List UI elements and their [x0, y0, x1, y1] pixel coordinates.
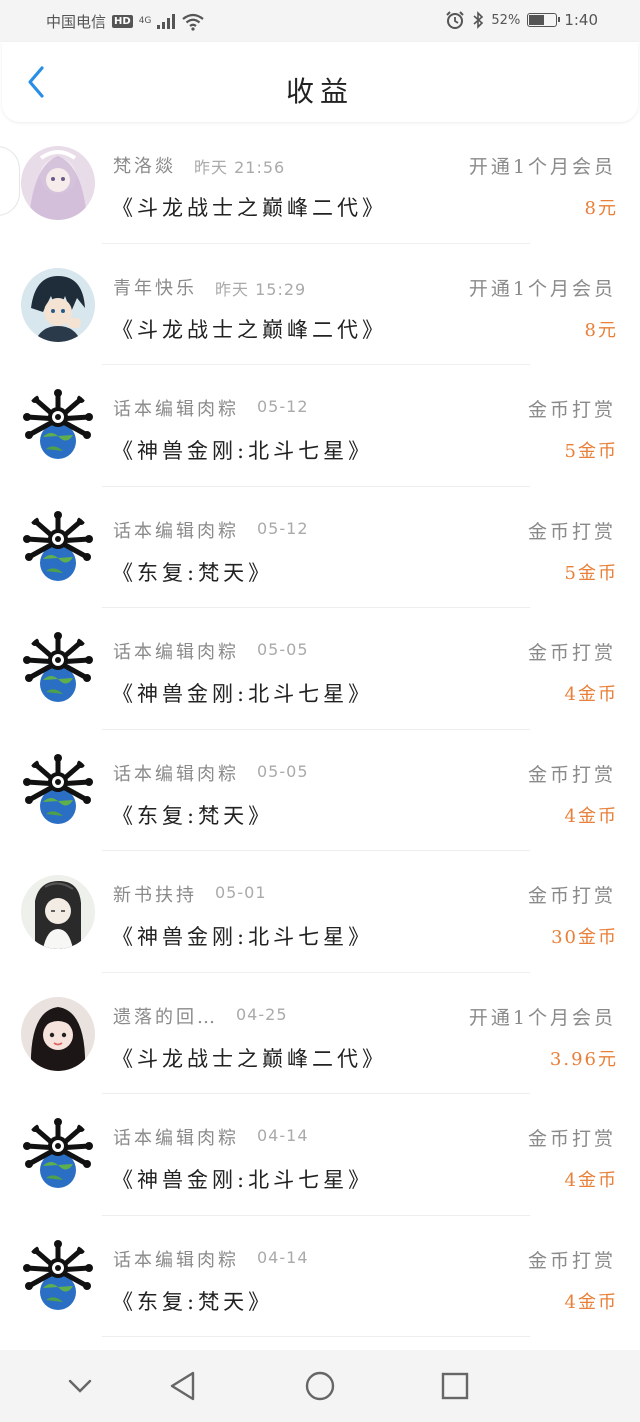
nav-recents-button[interactable] [435, 1368, 475, 1404]
user-name: 新书扶持 [113, 885, 197, 906]
book-title: 《斗龙战士之巅峰二代》 [112, 196, 387, 220]
carrier-label: 中国电信 [46, 13, 107, 31]
record-type: 金币打赏 [527, 1249, 616, 1272]
record-time: 05-01 [215, 883, 267, 902]
earning-record-row[interactable]: 话本编辑肉粽 05-05 金币打赏《神兽金刚:北斗七星》 4金币 [0, 608, 640, 730]
user-name: 梵洛燚 [113, 156, 176, 177]
earning-record-row[interactable]: 话本编辑肉粽 05-12 金币打赏《东复:梵天》 5金币 [0, 487, 640, 608]
status-right: 52% 1:40 [445, 11, 598, 29]
wifi-icon [182, 13, 205, 31]
user-avatar[interactable] [21, 1239, 95, 1314]
nav-back-button[interactable] [162, 1368, 202, 1404]
battery-fill [529, 15, 544, 25]
user-avatar[interactable] [21, 389, 95, 463]
row-divider [102, 1336, 530, 1337]
user-name: 话本编辑肉粽 [113, 1128, 239, 1149]
signal-icon [157, 14, 176, 29]
earning-record-row[interactable]: 梵洛燚 昨天 21:56 开通1个月会员《斗龙战士之巅峰二代》 8元 [0, 122, 640, 244]
page-title: 收益 [285, 75, 354, 108]
record-amount: 5金币 [564, 562, 618, 584]
user-name: 话本编辑肉粽 [113, 763, 239, 785]
record-time: 昨天 15:29 [215, 279, 307, 299]
record-amount: 30金币 [551, 927, 618, 948]
user-name: 话本编辑肉粽 [113, 642, 239, 663]
record-type: 金币打赏 [527, 885, 616, 907]
record-time: 05-05 [257, 640, 309, 659]
status-left: 中国电信 HD 4G [46, 11, 205, 32]
earnings-list: 梵洛燚 昨天 21:56 开通1个月会员 《斗龙战士之巅峰二代》 8元 青年快乐 昨天 15… [0, 122, 640, 1337]
user-avatar[interactable] [21, 632, 95, 706]
user-avatar[interactable] [21, 875, 95, 949]
record-time: 05-05 [257, 761, 309, 781]
user-name: 遗落的回… [113, 1006, 218, 1028]
user-avatar[interactable] [21, 267, 95, 342]
record-time: 05-12 [257, 518, 309, 538]
book-title: 《神兽金刚:北斗七星》 [112, 682, 374, 706]
record-time: 昨天 21:56 [194, 158, 286, 177]
record-amount: 5金币 [564, 441, 618, 462]
user-avatar[interactable] [21, 996, 95, 1071]
record-type: 金币打赏 [527, 763, 616, 786]
recents-square-icon [441, 1372, 469, 1400]
earning-record-row[interactable]: 遗落的回… 04-25 开通1个月会员《斗龙战士之巅峰二代》 3.96元 [0, 973, 640, 1094]
record-amount: 3.96元 [549, 1048, 618, 1070]
record-amount: 4金币 [564, 1291, 618, 1313]
book-title: 《斗龙战士之巅峰二代》 [112, 317, 387, 342]
home-circle-icon [305, 1371, 335, 1401]
record-type: 金币打赏 [527, 520, 616, 543]
earning-record-row[interactable]: 话本编辑肉粽 05-12 金币打赏《神兽金刚:北斗七星》 5金币 [0, 365, 640, 487]
record-amount: 4金币 [564, 1170, 618, 1191]
user-name: 话本编辑肉粽 [113, 520, 239, 542]
bluetooth-icon [473, 11, 484, 29]
earning-record-row[interactable]: 话本编辑肉粽 04-14 金币打赏《东复:梵天》 4金币 [0, 1216, 640, 1337]
earning-record-row[interactable]: 青年快乐 昨天 15:29 开通1个月会员《斗龙战士之巅峰二代》 8元 [0, 244, 640, 365]
earning-record-row[interactable]: 话本编辑肉粽 04-14 金币打赏《神兽金刚:北斗七星》 4金币 [0, 1094, 640, 1216]
battery-percent: 52% [491, 12, 521, 28]
collapse-nav-button[interactable] [60, 1368, 100, 1404]
header: 收益 [2, 42, 638, 122]
book-title: 《东复:梵天》 [112, 803, 274, 828]
hd-badge: HD [112, 15, 133, 28]
user-name: 青年快乐 [113, 277, 197, 299]
book-title: 《神兽金刚:北斗七星》 [112, 439, 374, 463]
user-name: 话本编辑肉粽 [113, 1249, 239, 1271]
book-title: 《斗龙战士之巅峰二代》 [112, 1046, 387, 1071]
network-type: 4G [138, 16, 152, 26]
nav-home-button[interactable] [300, 1368, 340, 1404]
system-nav-bar [0, 1350, 640, 1422]
book-title: 《神兽金刚:北斗七星》 [112, 1168, 374, 1192]
earning-record-row[interactable]: 新书扶持 05-01 金币打赏《神兽金刚:北斗七星》 30金币 [0, 851, 640, 973]
record-time: 05-12 [257, 397, 309, 416]
record-type: 开通1个月会员 [468, 277, 616, 300]
record-amount: 8元 [584, 319, 618, 341]
clock: 1:40 [564, 11, 598, 29]
status-bar: 中国电信 HD 4G 52% 1:40 [0, 0, 640, 42]
user-avatar[interactable] [21, 1118, 95, 1192]
user-name: 话本编辑肉粽 [113, 399, 239, 420]
chevron-down-icon [68, 1379, 92, 1393]
record-type: 开通1个月会员 [468, 1006, 616, 1029]
back-triangle-icon [170, 1371, 195, 1401]
user-avatar[interactable] [21, 510, 95, 585]
book-title: 《东复:梵天》 [112, 1289, 274, 1314]
alarm-icon [446, 11, 465, 29]
record-type: 金币打赏 [527, 1128, 616, 1150]
record-amount: 4金币 [564, 805, 618, 827]
record-type: 金币打赏 [527, 399, 616, 421]
record-time: 04-14 [257, 1126, 309, 1145]
user-avatar[interactable] [21, 146, 95, 220]
record-time: 04-14 [257, 1247, 309, 1267]
battery-icon [527, 13, 561, 27]
user-avatar[interactable] [21, 753, 95, 828]
book-title: 《东复:梵天》 [112, 560, 274, 585]
record-time: 04-25 [236, 1004, 288, 1024]
record-amount: 8元 [584, 198, 618, 219]
earning-record-row[interactable]: 话本编辑肉粽 05-05 金币打赏《东复:梵天》 4金币 [0, 730, 640, 851]
book-title: 《神兽金刚:北斗七星》 [112, 925, 374, 949]
record-type: 开通1个月会员 [468, 156, 616, 178]
record-amount: 4金币 [564, 684, 618, 705]
record-type: 金币打赏 [527, 642, 616, 664]
